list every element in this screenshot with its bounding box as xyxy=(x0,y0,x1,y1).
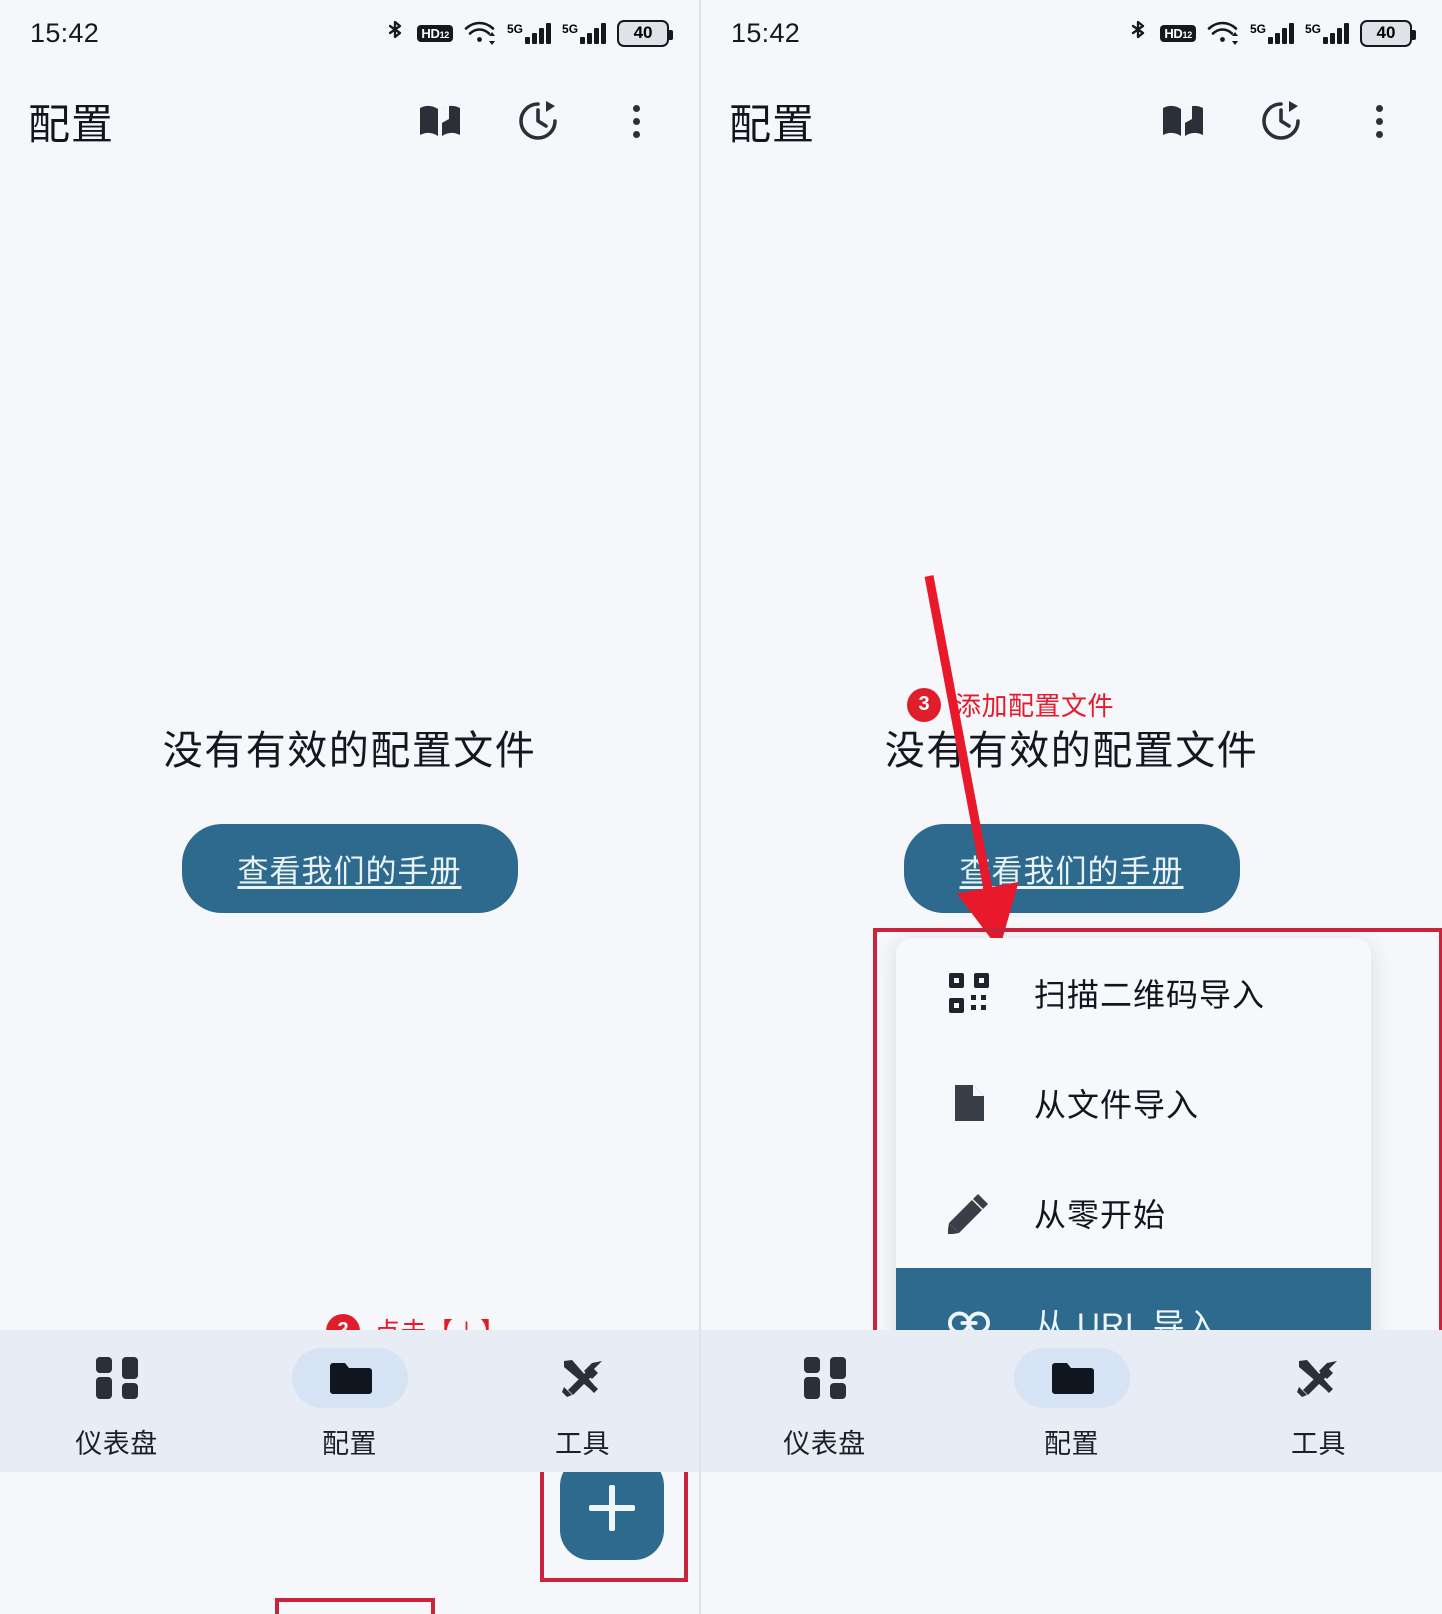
page-title-right: 配置 xyxy=(729,100,816,148)
app-bar-actions xyxy=(417,98,671,144)
nav-item-tools[interactable]: 工具 xyxy=(466,1342,699,1461)
bottom-navigation-right: 仪表盘 配置 工具 xyxy=(701,1330,1442,1472)
phone-screen-right: 15:42 HD 1 2 5G 5G 40 配置 没有有效的配置文件 查看我们的… xyxy=(701,0,1442,1614)
menu-item-from-scratch[interactable]: 从零开始 xyxy=(896,1158,1371,1268)
status-icon-group-right: HD 1 2 5G 5G 40 xyxy=(1127,19,1416,47)
file-icon xyxy=(948,1082,990,1124)
qr-code-icon xyxy=(948,972,990,1014)
dashboard-grid-icon xyxy=(767,1348,883,1408)
dashboard-grid-icon xyxy=(59,1348,175,1408)
empty-state-title-right: 没有有效的配置文件 xyxy=(884,729,1259,773)
signal-5g-icon-1: 5G xyxy=(507,22,552,44)
tools-wrench-icon xyxy=(1260,1348,1376,1408)
menu-item-import-file-label: 从文件导入 xyxy=(1034,1087,1200,1123)
history-restore-icon[interactable] xyxy=(515,98,561,144)
overflow-menu-icon[interactable] xyxy=(613,98,659,144)
empty-state-right: 没有有效的配置文件 查看我们的手册 xyxy=(701,718,1442,913)
empty-state-title: 没有有效的配置文件 xyxy=(162,729,537,773)
manual-book-icon[interactable] xyxy=(417,98,463,144)
battery-icon: 40 xyxy=(1360,19,1416,47)
status-clock: 15:42 xyxy=(30,17,100,48)
nav-item-config-right[interactable]: 配置 xyxy=(948,1342,1195,1461)
empty-state: 没有有效的配置文件 查看我们的手册 xyxy=(0,718,699,913)
phone-screen-left: 15:42 HD 1 2 5G 5G 40 配置 没有有效的配置文件 查看我们的… xyxy=(0,0,700,1614)
annotation-3-text: 添加配置文件 xyxy=(955,691,1115,721)
app-bar-actions-right xyxy=(1160,98,1414,144)
folder-icon xyxy=(291,1347,408,1408)
page-title: 配置 xyxy=(28,100,115,148)
wifi-icon xyxy=(464,20,496,46)
menu-item-import-file[interactable]: 从文件导入 xyxy=(896,1048,1371,1158)
status-bar: 15:42 HD 1 2 5G 5G 40 xyxy=(0,0,699,66)
dual-screenshot-stage: 15:42 HD 1 2 5G 5G 40 配置 没有有效的配置文件 查看我们的… xyxy=(0,0,1442,1614)
status-clock-right: 15:42 xyxy=(731,17,801,48)
nav-item-config[interactable]: 配置 xyxy=(233,1342,466,1461)
pencil-icon xyxy=(948,1192,990,1234)
signal-5g-icon-2: 5G xyxy=(562,22,607,44)
app-bar-right: 配置 xyxy=(701,66,1442,176)
tools-wrench-icon xyxy=(525,1348,641,1408)
plus-icon xyxy=(589,1485,635,1531)
history-restore-icon[interactable] xyxy=(1258,98,1304,144)
view-manual-button[interactable]: 查看我们的手册 xyxy=(181,824,518,913)
nav-item-dashboard[interactable]: 仪表盘 xyxy=(0,1342,233,1461)
annotation-3: 3 添加配置文件 xyxy=(907,686,1114,723)
signal-5g-icon-1: 5G xyxy=(1250,22,1294,44)
view-manual-label-right: 查看我们的手册 xyxy=(959,854,1184,889)
nav-label-dashboard-right: 仪表盘 xyxy=(783,1428,866,1459)
app-bar: 配置 xyxy=(0,66,699,176)
menu-item-scan-qr[interactable]: 扫描二维码导入 xyxy=(896,938,1371,1048)
annotation-3-badge: 3 xyxy=(907,687,942,722)
signal-5g-icon-2: 5G xyxy=(1305,22,1349,44)
nav-label-tools-right: 工具 xyxy=(1290,1428,1346,1459)
folder-icon xyxy=(1013,1347,1130,1408)
view-manual-button-right[interactable]: 查看我们的手册 xyxy=(903,824,1240,913)
nav-label-dashboard: 仪表盘 xyxy=(75,1428,158,1459)
nav-label-config: 配置 xyxy=(322,1428,378,1459)
nav-label-tools: 工具 xyxy=(555,1428,611,1459)
nav-label-config-right: 配置 xyxy=(1044,1428,1099,1459)
highlight-box-nav-config xyxy=(275,1598,435,1614)
hd-volte-icon: HD 1 2 xyxy=(417,24,453,42)
manual-book-icon[interactable] xyxy=(1160,98,1206,144)
overflow-menu-icon[interactable] xyxy=(1356,98,1402,144)
bottom-navigation-left: 仪表盘 配置 工具 xyxy=(0,1330,700,1472)
view-manual-label: 查看我们的手册 xyxy=(237,854,462,889)
battery-icon: 40 xyxy=(617,19,674,47)
content-area-left: 没有有效的配置文件 查看我们的手册 1 点击【配置】 2 点击【＋】 xyxy=(0,176,700,1614)
add-profile-popup-menu: 扫描二维码导入 从文件导入 从零开始 从 URL 导入 xyxy=(896,938,1372,1378)
status-icon-group: HD 1 2 5G 5G 40 xyxy=(384,19,674,47)
nav-item-tools-right[interactable]: 工具 xyxy=(1195,1342,1442,1461)
bluetooth-icon xyxy=(1127,19,1149,47)
menu-item-scan-qr-label: 扫描二维码导入 xyxy=(1034,977,1266,1013)
wifi-icon xyxy=(1207,20,1239,46)
menu-item-from-scratch-label: 从零开始 xyxy=(1034,1197,1167,1233)
status-bar-right: 15:42 HD 1 2 5G 5G 40 xyxy=(701,0,1442,66)
content-area-right: 没有有效的配置文件 查看我们的手册 3 添加配置文件 扫描二维码导入 从文件导入… xyxy=(701,176,1442,1472)
bluetooth-icon xyxy=(384,19,406,47)
nav-item-dashboard-right[interactable]: 仪表盘 xyxy=(701,1342,948,1461)
hd-volte-icon: HD 1 2 xyxy=(1160,24,1196,42)
